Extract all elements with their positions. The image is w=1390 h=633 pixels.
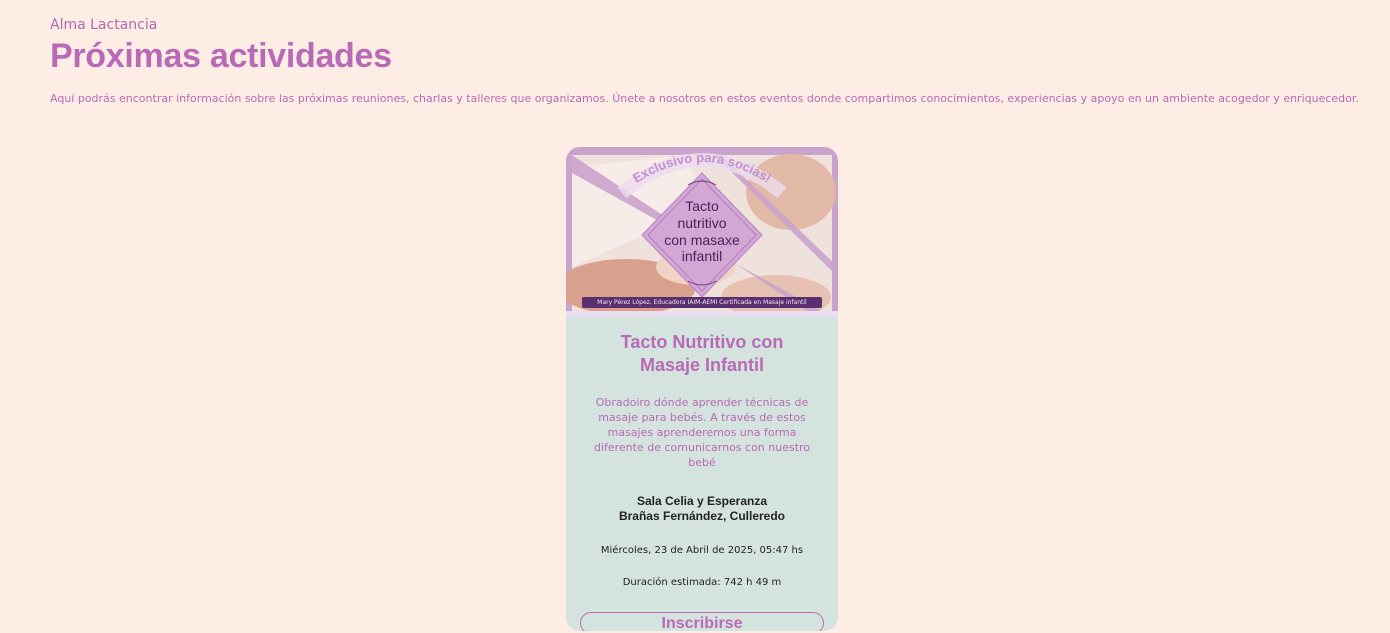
event-duration: Duración estimada: 742 h 49 m (622, 577, 782, 588)
event-poster[interactable]: Exclusivo para socias! Tacto nutritivo c… (566, 147, 838, 317)
event-location-line-2: Brañas Fernández, Culleredo (618, 509, 786, 523)
intro-text: Aquí podrás encontrar información sobre … (50, 92, 1359, 105)
poster-strip (566, 311, 838, 317)
event-title: Tacto Nutritivo con Masaje Infantil (620, 332, 784, 375)
org-name[interactable]: Alma Lactancia (50, 14, 1350, 36)
page-title: Próximas actividades (50, 37, 392, 75)
event-datetime: Miércoles, 23 de Abril de 2025, 05:47 hs (600, 545, 804, 556)
poster-banner: Mary Pérez López, Educadora IAIM-AEMI Ce… (582, 297, 822, 308)
poster-line-3: con masaxe (664, 232, 740, 248)
poster-line-4: infantil (682, 248, 722, 264)
page-header: Alma Lactancia Próximas actividades Aquí… (50, 14, 1359, 106)
event-location-line-1: Sala Celia y Esperanza (636, 494, 768, 508)
event-card-body: Tacto Nutritivo con Masaje Infantil Obra… (566, 317, 838, 631)
event-description: Obradoiro dónde aprender técnicas de mas… (593, 396, 811, 469)
register-button[interactable]: Inscribirse (580, 612, 824, 631)
poster-line-1: Tacto (685, 198, 719, 214)
event-card: Exclusivo para socias! Tacto nutritivo c… (566, 147, 838, 631)
poster-line-2: nutritivo (677, 215, 726, 231)
event-location: Sala Celia y Esperanza Brañas Fernández,… (580, 494, 824, 524)
poster-illustration: Exclusivo para socias! Tacto nutritivo c… (566, 147, 838, 317)
